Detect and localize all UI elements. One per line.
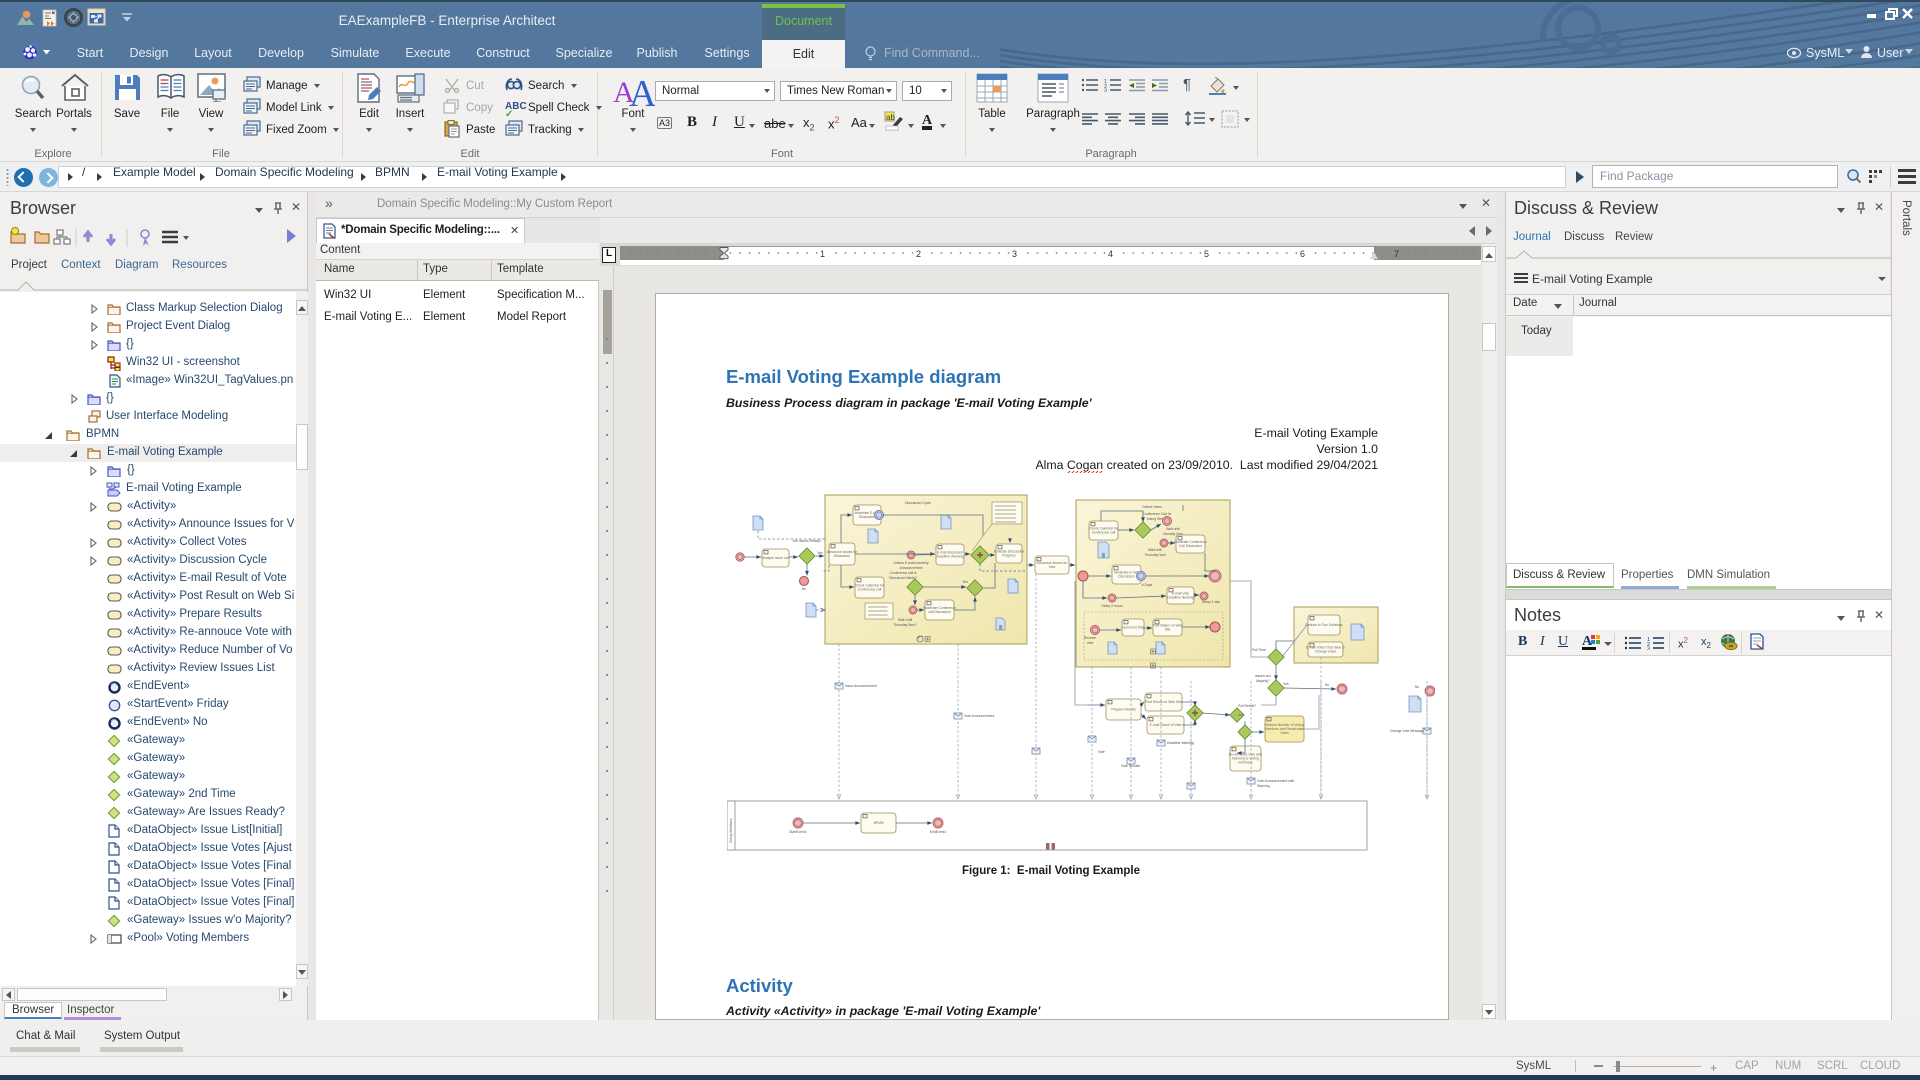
svg-text:Conference Call for: Conference Call for [1142,512,1172,516]
svg-text:Conference call: Conference call [858,588,882,592]
svg-text:Post Result on Web Site: Post Result on Web Site [1145,700,1182,704]
svg-text:Vote: Vote [1049,565,1056,569]
svg-text:3: 3 [1104,89,1107,93]
svg-text:Announcement: Announcement [900,566,923,570]
svg-text:Vote: Vote [1087,641,1094,645]
svg-text:Vote Announcement with: Vote Announcement with [1257,779,1294,783]
svg-text:E-mail Result of Vote: E-mail Result of Vote [1150,723,1182,727]
svg-text:Wait Until: Wait Until [898,618,913,622]
svg-text:Thursday 9am?: Thursday 9am? [893,623,917,627]
svg-text:Issue Announcement: Issue Announcement [845,684,877,688]
svg-text:3: 3 [1647,647,1650,651]
svg-text:No: No [1415,685,1419,689]
svg-text:Call Discussion: Call Discussion [1179,544,1202,548]
svg-text:Conference call: Conference call [1092,531,1116,535]
svg-text:Voting Members: Voting Members [729,818,733,843]
svg-text:ab: ab [886,113,895,122]
svg-text:Site: Site [1165,628,1171,632]
svg-text:# Days: # Days [1142,583,1153,587]
svg-text:Delay X hours: Delay X hours [1101,604,1123,608]
svg-text:Yes: Yes [1283,682,1289,686]
svg-text:BPMN: BPMN [874,821,884,825]
svg-text:Poll Result?: Poll Result? [1238,704,1256,708]
svg-text:Discussion Cycle: Discussion Cycle [905,501,931,505]
svg-text:Are Issues Ready?: Are Issues Ready? [793,539,822,543]
svg-text:Delay 1 day: Delay 1 day [1202,600,1220,604]
svg-text:Deadline Warning: Deadline Warning [1167,741,1194,745]
svg-text:Vote Results: Vote Results [1121,764,1140,768]
svg-text:Discussion: Discussion [1118,575,1135,579]
svg-text:Thursday 9am: Thursday 9am [1144,553,1166,557]
svg-text:Discussion Week?: Discussion Week? [889,576,917,580]
svg-text:Analyse Issue List: Analyse Issue List [762,556,789,560]
svg-text:Change Votes: Change Votes [1315,650,1337,654]
svg-text:Conference call is: Conference call is [890,571,917,575]
svg-text:Receive: Receive [1084,636,1096,640]
svg-text:Change Vote Message: Change Vote Message [1390,729,1424,733]
svg-text:Discussion: Discussion [834,554,851,558]
svg-text:Prepare Results: Prepare Results [1111,708,1136,712]
svg-text:Warning: Warning [1257,784,1270,788]
svg-text:EndEvent1: EndEvent1 [930,830,947,834]
svg-text:Votes: Votes [1280,731,1289,735]
svg-text:Deadline Warning: Deadline Warning [937,555,964,559]
svg-text:Discussion: Discussion [859,515,876,519]
svg-text:Vote Announcement: Vote Announcement [964,714,994,718]
svg-text:call Discussion: call Discussion [928,610,951,614]
svg-text:Wait until: Wait until [1166,527,1180,531]
svg-text:Vote: Vote [1098,750,1105,754]
svg-text:No: No [802,587,806,591]
svg-text:No: No [1325,683,1329,687]
svg-text:Deadline Nearing: Deadline Nearing [1167,596,1193,600]
svg-text:Collect Votes: Collect Votes [1142,505,1162,509]
svg-text:Unless E-mail Inactivity: Unless E-mail Inactivity [893,561,928,565]
svg-text:StartEvent1: StartEvent1 [789,830,807,834]
svg-text:Wait until: Wait until [1148,548,1162,552]
svg-text:Increment Tally: Increment Tally [1122,626,1145,630]
svg-text:Yes: Yes [962,580,968,584]
svg-text:Issues w/o: Issues w/o [1255,674,1271,678]
svg-text:Majority?: Majority? [1256,679,1270,683]
svg-text:A: A [629,73,655,108]
svg-text:Reduce to Two Solutions: Reduce to Two Solutions [1305,623,1343,627]
svg-text:Poll Time: Poll Time [1252,648,1266,652]
svg-text:Progress: Progress [1002,554,1016,558]
